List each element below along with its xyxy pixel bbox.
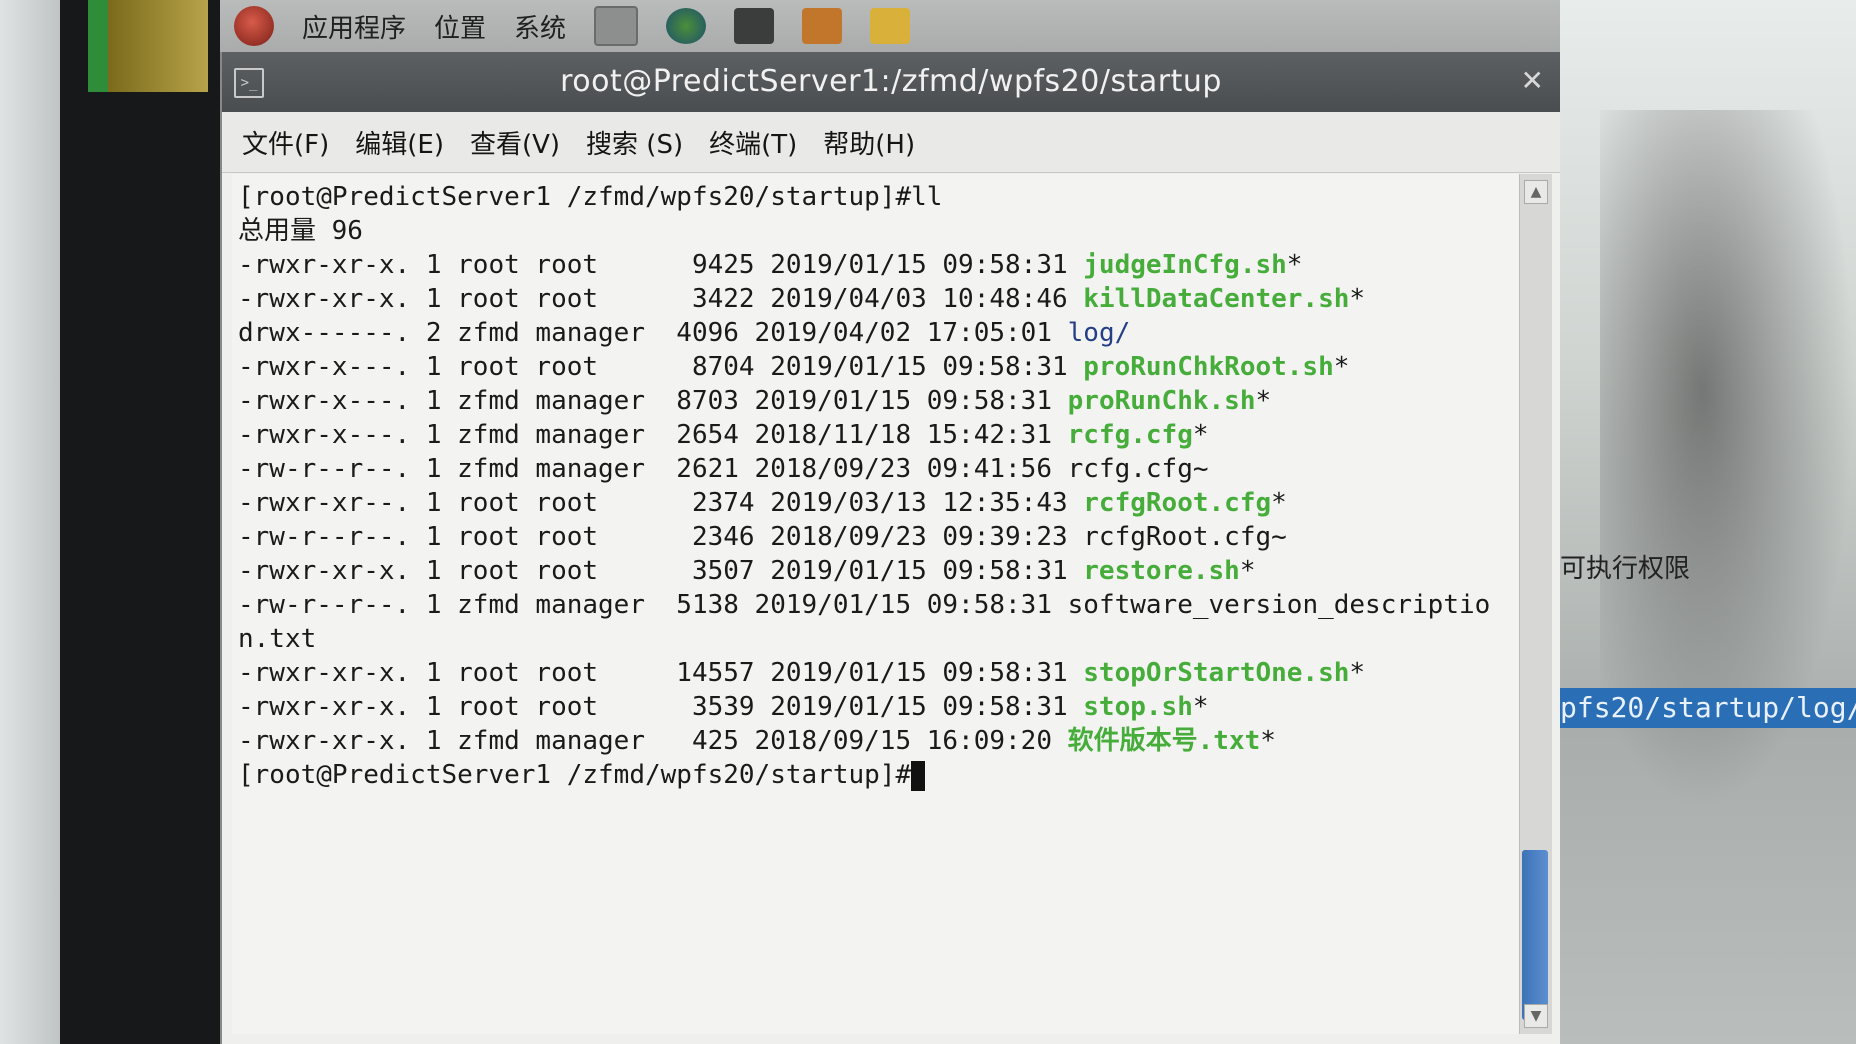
window-titlebar[interactable]: >_ root@PredictServer1:/zfmd/wpfs20/star… <box>222 52 1560 112</box>
file-suffix: * <box>1349 658 1366 688</box>
file-name: log <box>1067 318 1115 348</box>
prompt-text: [root@PredictServer1 /zfmd/wpfs20/startu… <box>238 760 912 790</box>
file-name: rcfg.cfg~ <box>1067 454 1209 484</box>
scroll-thumb[interactable] <box>1522 850 1548 1020</box>
browser-icon[interactable] <box>666 8 707 44</box>
file-suffix: * <box>1333 352 1350 382</box>
monitor-bezel <box>60 0 220 1044</box>
top-panel: 应用程序 位置 系统 <box>220 0 1560 52</box>
menu-edit[interactable]: 编辑(E) <box>355 124 444 161</box>
file-name: restore.sh <box>1083 556 1240 586</box>
listing-row: -rwxr-xr-x. 1 zfmd manager 425 2018/09/1… <box>238 724 1522 758</box>
file-meta: -rwxr-xr-x. 1 root root 3507 2019/01/15 … <box>238 556 1084 586</box>
listing-row: n.txt <box>238 622 1522 656</box>
file-meta: -rwxr-xr-x. 1 root root 14557 2019/01/15… <box>238 658 1084 688</box>
file-name: stop.sh <box>1083 692 1193 722</box>
file-meta: -rwxr-x---. 1 zfmd manager 2654 2018/11/… <box>238 420 1068 450</box>
panel-menu-system[interactable]: 系统 <box>514 8 566 45</box>
file-meta: -rwxr-xr-x. 1 root root 3422 2019/04/03 … <box>238 284 1084 314</box>
listing-row: -rw-r--r--. 1 zfmd manager 2621 2018/09/… <box>238 452 1522 486</box>
listing-row: -rw-r--r--. 1 root root 2346 2018/09/23 … <box>238 520 1522 554</box>
notes-icon[interactable] <box>870 8 911 44</box>
listing-row: -rwxr-xr-x. 1 root root 3539 2019/01/15 … <box>238 690 1522 724</box>
terminal-window: >_ root@PredictServer1:/zfmd/wpfs20/star… <box>220 52 1560 1044</box>
listing: -rwxr-xr-x. 1 root root 9425 2019/01/15 … <box>238 248 1522 758</box>
file-name: stopOrStartOne.sh <box>1083 658 1350 688</box>
file-meta: drwx------. 2 zfmd manager 4096 2019/04/… <box>238 318 1068 348</box>
mail-icon[interactable] <box>802 8 843 44</box>
menu-file[interactable]: 文件(F) <box>242 124 329 161</box>
file-name: rcfgRoot.cfg <box>1083 488 1272 518</box>
listing-row: -rwxr-x---. 1 zfmd manager 8703 2019/01/… <box>238 384 1522 418</box>
file-suffix: * <box>1192 420 1209 450</box>
menu-help[interactable]: 帮助(H) <box>823 124 915 161</box>
file-name: proRunChk.sh <box>1067 386 1256 416</box>
file-suffix: * <box>1271 488 1287 518</box>
file-meta: -rwxr-x---. 1 root root 8704 2019/01/15 … <box>238 352 1084 382</box>
background-green-strip <box>88 0 108 92</box>
total-line: 总用量 96 <box>238 216 363 246</box>
listing-row: -rwxr-xr-x. 1 root root 3507 2019/01/15 … <box>238 554 1522 588</box>
file-manager-icon[interactable] <box>594 6 639 46</box>
menu-view[interactable]: 查看(V) <box>470 124 560 161</box>
terminal-launcher-icon[interactable] <box>734 8 775 44</box>
file-meta: -rwxr-xr--. 1 root root 2374 2019/03/13 … <box>238 488 1084 518</box>
file-name: judgeInCfg.sh <box>1083 250 1287 280</box>
text-cursor <box>911 760 926 791</box>
file-meta: -rwxr-x---. 1 zfmd manager 8703 2019/01/… <box>238 386 1068 416</box>
file-suffix: * <box>1286 250 1303 280</box>
file-name: n.txt <box>238 624 317 654</box>
file-suffix: * <box>1239 556 1256 586</box>
window-title: root@PredictServer1:/zfmd/wpfs20/startup <box>560 64 1222 99</box>
file-name: software_version_descriptio <box>1067 590 1491 620</box>
file-suffix: * <box>1349 284 1366 314</box>
file-suffix: / <box>1114 318 1131 348</box>
file-suffix: * <box>1192 692 1209 722</box>
listing-row: -rw-r--r--. 1 zfmd manager 5138 2019/01/… <box>238 588 1522 622</box>
listing-row: -rwxr-xr-x. 1 root root 3422 2019/04/03 … <box>238 282 1522 316</box>
file-name: rcfg.cfg <box>1067 420 1193 450</box>
file-name: rcfgRoot.cfg~ <box>1083 522 1287 552</box>
listing-row: -rwxr-xr-x. 1 root root 14557 2019/01/15… <box>238 656 1522 690</box>
terminal-output[interactable]: [root@PredictServer1 /zfmd/wpfs20/startu… <box>232 174 1522 1034</box>
file-meta: -rw-r--r--. 1 zfmd manager 2621 2018/09/… <box>238 454 1068 484</box>
background-selected-path: pfs20/startup/log/ <box>1560 688 1856 728</box>
listing-row: -rwxr-xr-x. 1 root root 9425 2019/01/15 … <box>238 248 1522 282</box>
file-meta: -rwxr-xr-x. 1 zfmd manager 425 2018/09/1… <box>238 726 1068 756</box>
file-suffix: * <box>1260 726 1276 756</box>
panel-menu-places[interactable]: 位置 <box>434 8 486 45</box>
file-meta: -rwxr-xr-x. 1 root root 9425 2019/01/15 … <box>238 250 1084 280</box>
panel-menu-applications[interactable]: 应用程序 <box>302 8 406 45</box>
listing-row: -rwxr-x---. 1 zfmd manager 2654 2018/11/… <box>238 418 1522 452</box>
menu-search[interactable]: 搜索 (S) <box>586 124 683 161</box>
background-window-text: 可执行权限 <box>1560 554 1691 584</box>
background-left <box>0 0 60 1044</box>
scroll-up-icon[interactable]: ▲ <box>1524 180 1548 204</box>
listing-row: -rwxr-xr--. 1 root root 2374 2019/03/13 … <box>238 486 1522 520</box>
prompt-end-line: [root@PredictServer1 /zfmd/wpfs20/startu… <box>238 758 1522 792</box>
file-meta: -rwxr-xr-x. 1 root root 3539 2019/01/15 … <box>238 692 1084 722</box>
listing-row: -rwxr-x---. 1 root root 8704 2019/01/15 … <box>238 350 1522 384</box>
menu-terminal[interactable]: 终端(T) <box>709 124 797 161</box>
file-suffix: * <box>1255 386 1272 416</box>
file-name: killDataCenter.sh <box>1083 284 1350 314</box>
distro-logo-icon[interactable] <box>234 6 274 46</box>
prompt-line: [root@PredictServer1 /zfmd/wpfs20/startu… <box>238 182 943 212</box>
vertical-scrollbar[interactable]: ▲ ▼ <box>1519 174 1552 1034</box>
file-meta: -rw-r--r--. 1 zfmd manager 5138 2019/01/… <box>238 590 1068 620</box>
scroll-down-icon[interactable]: ▼ <box>1524 1004 1548 1028</box>
menu-bar: 文件(F) 编辑(E) 查看(V) 搜索 (S) 终端(T) 帮助(H) <box>222 112 1560 173</box>
file-name: 软件版本号.txt <box>1067 726 1261 756</box>
file-name: proRunChkRoot.sh <box>1083 352 1334 382</box>
listing-row: drwx------. 2 zfmd manager 4096 2019/04/… <box>238 316 1522 350</box>
background-gold-strip <box>108 0 208 92</box>
close-icon[interactable]: ✕ <box>1521 64 1544 97</box>
file-meta: -rw-r--r--. 1 root root 2346 2018/09/23 … <box>238 522 1084 552</box>
